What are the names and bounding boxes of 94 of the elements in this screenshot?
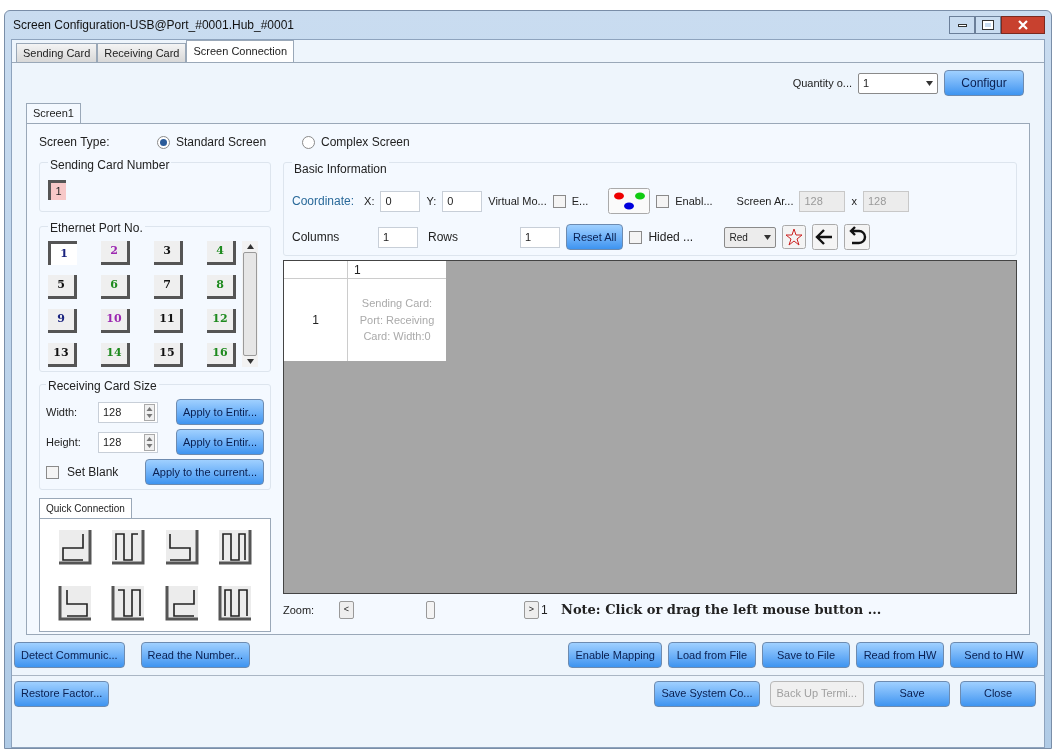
action-button[interactable]: Send to HW	[950, 642, 1038, 668]
slider-thumb[interactable]	[426, 601, 435, 619]
wiring-pattern-icon[interactable]	[216, 528, 255, 566]
spinner-icon[interactable]	[144, 403, 155, 421]
tab[interactable]: Screen Connection	[186, 40, 295, 62]
spinner-icon[interactable]	[144, 433, 155, 451]
spin-field[interactable]: 128	[98, 401, 158, 423]
port-button[interactable]: 13	[48, 343, 77, 367]
tab[interactable]: Screen1	[26, 103, 81, 123]
action-button[interactable]: Read the Number...	[140, 642, 250, 668]
port-button[interactable]: 5	[48, 275, 77, 299]
card-number-field[interactable]: 1	[48, 180, 66, 200]
action-button[interactable]: Save to File	[762, 642, 850, 668]
columns-field[interactable]: 1	[378, 226, 418, 248]
column-header: 1	[348, 261, 446, 279]
zoom-out-button[interactable]: <	[339, 601, 354, 619]
action-button[interactable]: Reset All	[566, 224, 624, 250]
row-header: 1	[284, 279, 348, 361]
action-button[interactable]: Load from File	[668, 642, 756, 668]
scroll-down-icon	[246, 359, 254, 364]
action-button[interactable]: Apply to Entir...	[176, 399, 264, 425]
port-button[interactable]: 2	[101, 241, 130, 265]
zoom-in-button[interactable]: >	[524, 601, 539, 619]
scroll-up-icon	[246, 244, 254, 249]
checkbox-label: E...	[571, 193, 589, 209]
action-button[interactable]: Save System Co...	[654, 680, 760, 707]
radio-label: Complex Screen	[321, 134, 410, 151]
action-button[interactable]: Apply to the current...	[145, 459, 264, 485]
undo-icon[interactable]	[844, 224, 871, 250]
port-button[interactable]: 6	[101, 275, 130, 299]
coordinate-label: Coordinate:	[292, 193, 355, 210]
x-label: X:	[364, 193, 375, 209]
close-icon[interactable]	[1001, 16, 1045, 34]
port-button[interactable]: 16	[207, 343, 236, 367]
tab[interactable]: Receiving Card	[97, 43, 187, 62]
wiring-pattern-icon[interactable]	[109, 528, 148, 566]
screen-area-label: Screen Ar...	[736, 193, 794, 209]
color-dots-icon[interactable]	[608, 188, 651, 214]
port-button[interactable]: 4	[207, 241, 236, 265]
port-button[interactable]: 1	[48, 241, 77, 265]
port-button[interactable]: 9	[48, 309, 77, 333]
minimize-icon[interactable]	[949, 16, 975, 34]
checkbox[interactable]	[656, 194, 670, 208]
action-button[interactable]: Restore Factor...	[14, 680, 110, 707]
configure-button[interactable]: Configur	[944, 70, 1024, 96]
window-title: Screen Configuration-USB@Port_#0001.Hub_#0001	[12, 17, 295, 34]
port-button[interactable]: 15	[154, 343, 183, 367]
zoom-value: 1	[541, 602, 549, 619]
port-button[interactable]: 7	[154, 275, 183, 299]
checkbox-label: Enabl...	[675, 193, 713, 209]
checkbox-label: Set Blank	[67, 464, 119, 481]
tab[interactable]: Sending Card	[16, 43, 98, 62]
scrollbar[interactable]	[242, 241, 258, 367]
checkbox[interactable]	[552, 194, 566, 208]
y-label: Y:	[426, 193, 437, 209]
zoom-label: Zoom:	[283, 602, 316, 618]
spin-field[interactable]: 128	[98, 431, 158, 453]
action-button[interactable]: Apply to Entir...	[176, 429, 264, 455]
checkbox[interactable]	[46, 465, 59, 479]
screen-type-label: Screen Type:	[39, 134, 111, 151]
maximize-icon[interactable]	[975, 16, 1001, 34]
checkbox-label: Hided ...	[648, 229, 695, 246]
size-label: Width:	[46, 404, 79, 420]
caret-icon	[764, 234, 772, 240]
port-button[interactable]: 8	[207, 275, 236, 299]
action-button[interactable]: Enable Mapping	[568, 642, 662, 668]
caret-icon	[926, 80, 933, 86]
color-dropdown[interactable]: Red	[724, 226, 777, 248]
rows-field[interactable]: 1	[520, 226, 560, 248]
action-button[interactable]: Detect Communic...	[14, 642, 125, 668]
columns-label: Columns	[292, 229, 341, 246]
rows-label: Rows	[428, 229, 459, 246]
times-label: x	[851, 193, 857, 209]
note-text: Note: Click or drag the left mouse button ...	[561, 601, 882, 620]
action-button[interactable]: Save	[874, 680, 950, 707]
port-button[interactable]: 3	[154, 241, 183, 265]
port-button[interactable]: 10	[101, 309, 130, 333]
corner-cell	[284, 261, 348, 279]
action-button[interactable]: Read from HW	[856, 642, 944, 668]
y-field[interactable]: 0	[442, 190, 483, 212]
quantity-label: Quantity o...	[792, 75, 852, 91]
action-button[interactable]: Close	[960, 680, 1036, 707]
quantity-dropdown[interactable]: 1	[858, 72, 938, 94]
checkbox[interactable]	[629, 230, 643, 244]
size-label: Height:	[46, 434, 82, 450]
radio-label: Standard Screen	[176, 134, 267, 151]
radio-button[interactable]	[302, 135, 315, 149]
port-button[interactable]: 11	[154, 309, 183, 333]
port-button[interactable]: 14	[101, 343, 130, 367]
tab[interactable]: Quick Connection	[39, 498, 132, 518]
x-field[interactable]: 0	[380, 190, 421, 212]
radio-button[interactable]	[157, 135, 170, 149]
port-button[interactable]: 12	[207, 309, 236, 333]
virtual-mode-label: Virtual Mo...	[488, 193, 547, 209]
